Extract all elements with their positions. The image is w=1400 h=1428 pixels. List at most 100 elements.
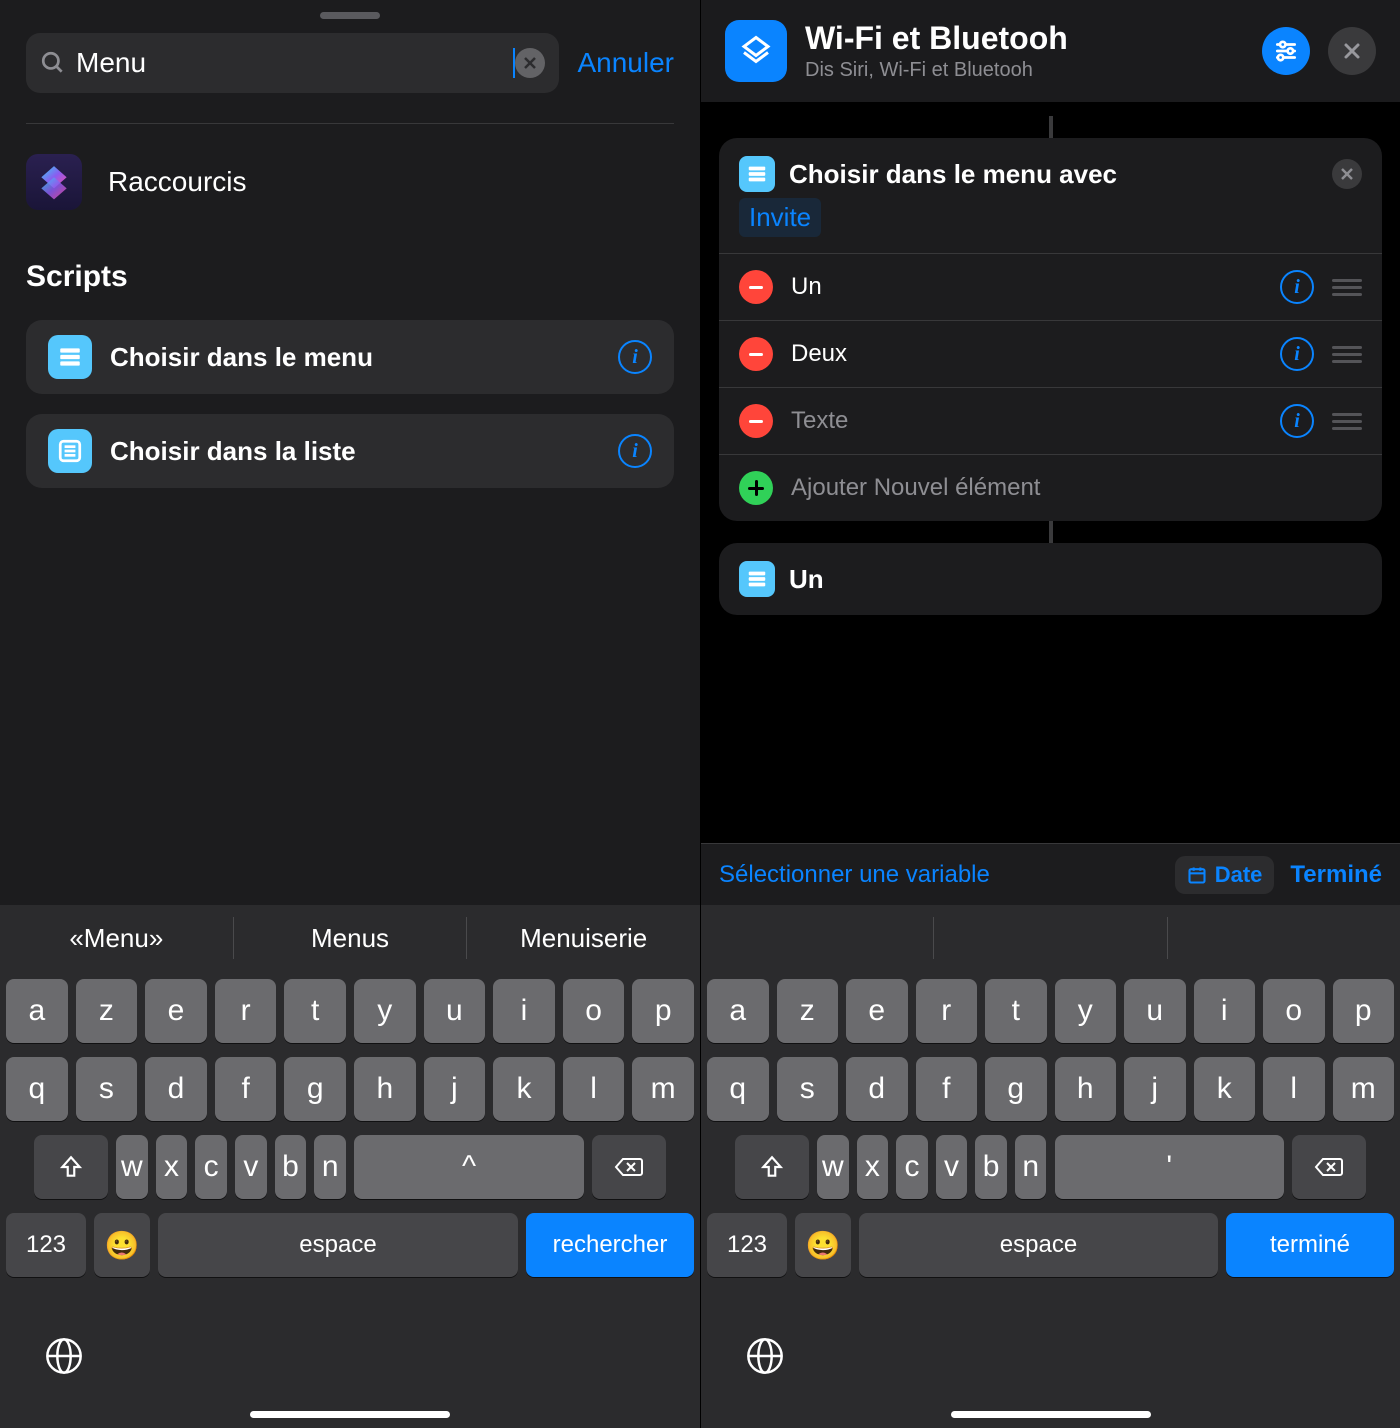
- key-m[interactable]: m: [1333, 1057, 1395, 1121]
- key-b[interactable]: b: [975, 1135, 1007, 1199]
- key-d[interactable]: d: [846, 1057, 908, 1121]
- suggestion[interactable]: [701, 905, 933, 971]
- numbers-key[interactable]: 123: [6, 1213, 86, 1277]
- key-b[interactable]: b: [275, 1135, 307, 1199]
- key-c[interactable]: c: [896, 1135, 928, 1199]
- suggestion[interactable]: Menuiserie: [466, 917, 700, 959]
- clear-search-button[interactable]: [515, 48, 545, 78]
- key-a[interactable]: a: [707, 979, 769, 1043]
- search-field[interactable]: [26, 33, 559, 93]
- key-h[interactable]: h: [1055, 1057, 1117, 1121]
- key-p[interactable]: p: [632, 979, 694, 1043]
- key-t[interactable]: t: [985, 979, 1047, 1043]
- numbers-key[interactable]: 123: [707, 1213, 787, 1277]
- done-key[interactable]: terminé: [1226, 1213, 1394, 1277]
- key-o[interactable]: o: [563, 979, 625, 1043]
- search-input[interactable]: [66, 47, 514, 79]
- add-option-row[interactable]: Ajouter Nouvel élément: [719, 455, 1382, 521]
- apostrophe-key[interactable]: ': [1055, 1135, 1285, 1199]
- key-n[interactable]: n: [314, 1135, 346, 1199]
- key-e[interactable]: e: [846, 979, 908, 1043]
- remove-option-button[interactable]: [739, 337, 773, 371]
- key-f[interactable]: f: [916, 1057, 978, 1121]
- emoji-key[interactable]: 😀: [795, 1213, 851, 1277]
- search-key[interactable]: rechercher: [526, 1213, 694, 1277]
- key-i[interactable]: i: [493, 979, 555, 1043]
- key-u[interactable]: u: [1124, 979, 1186, 1043]
- key-p[interactable]: p: [1333, 979, 1395, 1043]
- key-i[interactable]: i: [1194, 979, 1256, 1043]
- key-x[interactable]: x: [156, 1135, 188, 1199]
- key-v[interactable]: v: [936, 1135, 968, 1199]
- key-y[interactable]: y: [1055, 979, 1117, 1043]
- key-r[interactable]: r: [215, 979, 277, 1043]
- prompt-field[interactable]: Invite: [739, 198, 821, 237]
- drag-handle-icon[interactable]: [1332, 279, 1362, 296]
- key-q[interactable]: q: [6, 1057, 68, 1121]
- key-y[interactable]: y: [354, 979, 416, 1043]
- done-button[interactable]: Terminé: [1290, 861, 1382, 889]
- key-l[interactable]: l: [563, 1057, 625, 1121]
- key-r[interactable]: r: [916, 979, 978, 1043]
- close-button[interactable]: [1328, 27, 1376, 75]
- key-v[interactable]: v: [235, 1135, 267, 1199]
- key-q[interactable]: q: [707, 1057, 769, 1121]
- shift-key[interactable]: [34, 1135, 108, 1199]
- drag-handle-icon[interactable]: [1332, 346, 1362, 363]
- backspace-key[interactable]: [1292, 1135, 1366, 1199]
- case-module[interactable]: Un: [719, 543, 1382, 615]
- select-variable-button[interactable]: Sélectionner une variable: [719, 861, 1159, 889]
- space-key[interactable]: espace: [158, 1213, 518, 1277]
- suggestion[interactable]: Menus: [233, 917, 467, 959]
- info-icon[interactable]: i: [618, 434, 652, 468]
- shift-key[interactable]: [735, 1135, 809, 1199]
- action-choose-from-menu[interactable]: Choisir dans le menu i: [26, 320, 674, 394]
- suggestion[interactable]: [1167, 917, 1400, 959]
- key-c[interactable]: c: [195, 1135, 227, 1199]
- key-k[interactable]: k: [493, 1057, 555, 1121]
- key-f[interactable]: f: [215, 1057, 277, 1121]
- key-x[interactable]: x: [857, 1135, 889, 1199]
- cancel-button[interactable]: Annuler: [577, 47, 674, 79]
- key-w[interactable]: w: [817, 1135, 849, 1199]
- option-placeholder[interactable]: Texte: [791, 407, 1262, 435]
- key-o[interactable]: o: [1263, 979, 1325, 1043]
- key-j[interactable]: j: [1124, 1057, 1186, 1121]
- date-variable-chip[interactable]: Date: [1175, 856, 1275, 894]
- suggestion[interactable]: [933, 917, 1166, 959]
- option-label[interactable]: Deux: [791, 340, 1262, 368]
- key-s[interactable]: s: [777, 1057, 839, 1121]
- info-icon[interactable]: i: [618, 340, 652, 374]
- key-m[interactable]: m: [632, 1057, 694, 1121]
- info-icon[interactable]: i: [1280, 404, 1314, 438]
- key-g[interactable]: g: [284, 1057, 346, 1121]
- home-indicator[interactable]: [250, 1411, 450, 1418]
- key-l[interactable]: l: [1263, 1057, 1325, 1121]
- option-label[interactable]: Un: [791, 273, 1262, 301]
- suggestion[interactable]: «Menu»: [0, 905, 233, 971]
- key-n[interactable]: n: [1015, 1135, 1047, 1199]
- remove-option-button[interactable]: [739, 404, 773, 438]
- key-z[interactable]: z: [777, 979, 839, 1043]
- drag-handle-icon[interactable]: [1332, 413, 1362, 430]
- key-a[interactable]: a: [6, 979, 68, 1043]
- home-indicator[interactable]: [951, 1411, 1151, 1418]
- backspace-key[interactable]: [592, 1135, 666, 1199]
- key-s[interactable]: s: [76, 1057, 138, 1121]
- key-u[interactable]: u: [424, 979, 486, 1043]
- key-h[interactable]: h: [354, 1057, 416, 1121]
- caret-key[interactable]: ^: [354, 1135, 584, 1199]
- key-d[interactable]: d: [145, 1057, 207, 1121]
- key-w[interactable]: w: [116, 1135, 148, 1199]
- globe-icon[interactable]: [745, 1336, 785, 1386]
- app-row[interactable]: Raccourcis: [26, 124, 674, 220]
- remove-option-button[interactable]: [739, 270, 773, 304]
- key-j[interactable]: j: [424, 1057, 486, 1121]
- action-choose-from-list[interactable]: Choisir dans la liste i: [26, 414, 674, 488]
- add-option-button[interactable]: [739, 471, 773, 505]
- key-e[interactable]: e: [145, 979, 207, 1043]
- key-t[interactable]: t: [284, 979, 346, 1043]
- info-icon[interactable]: i: [1280, 337, 1314, 371]
- sheet-grabber[interactable]: [320, 12, 380, 19]
- info-icon[interactable]: i: [1280, 270, 1314, 304]
